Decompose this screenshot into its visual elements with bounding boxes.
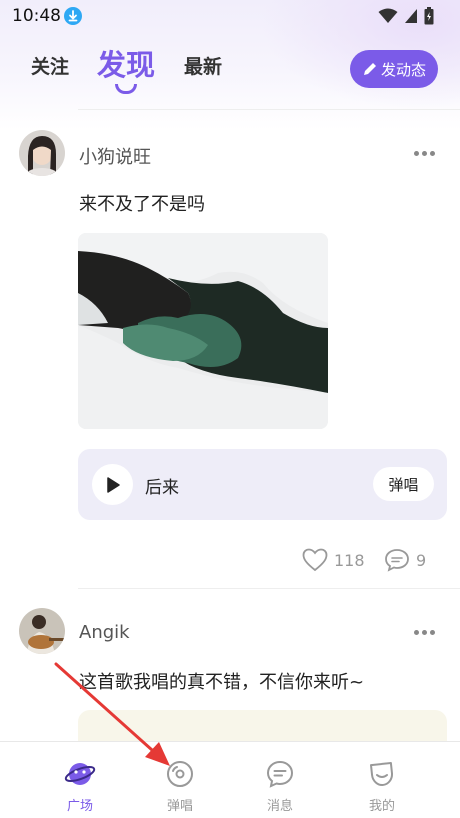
status-time: 10:48 xyxy=(12,6,61,26)
planet-icon xyxy=(64,763,96,785)
sing-button[interactable]: 弹唱 xyxy=(373,467,434,501)
nav-item-messages[interactable]: 消息 xyxy=(240,742,320,818)
nav-label: 广场 xyxy=(66,799,93,814)
post-button[interactable]: 发动态 xyxy=(350,50,438,88)
post-text: 来不及了不是吗 xyxy=(79,194,205,215)
comment-stat[interactable]: 9 xyxy=(384,547,426,573)
username[interactable]: Angik xyxy=(79,622,130,643)
divider xyxy=(78,109,460,110)
wifi-icon xyxy=(378,8,398,23)
song-card[interactable]: 后来 弹唱 xyxy=(78,449,447,520)
download-icon xyxy=(64,7,82,25)
divider xyxy=(78,588,460,589)
post-button-label: 发动态 xyxy=(380,60,426,79)
signal-icon xyxy=(405,9,417,23)
nav-item-profile[interactable]: 我的 xyxy=(342,742,422,818)
nav-item-square[interactable]: 广场 xyxy=(40,742,120,818)
pencil-icon xyxy=(363,63,376,75)
song-title: 后来 xyxy=(145,478,179,498)
status-bar: 10:48 xyxy=(0,0,460,32)
like-stat[interactable]: 118 xyxy=(302,547,365,573)
post-text: 这首歌我唱的真不错，不信你来听~ xyxy=(79,672,365,693)
play-button[interactable] xyxy=(92,464,133,505)
battery-icon xyxy=(424,7,434,25)
nav-label: 我的 xyxy=(368,799,395,814)
like-count: 118 xyxy=(334,550,365,570)
top-tabs: 关注 发现 最新 发动态 xyxy=(0,40,460,100)
message-icon xyxy=(266,760,294,788)
nav-item-sing[interactable]: 弹唱 xyxy=(140,742,220,818)
more-options-icon[interactable] xyxy=(414,148,440,158)
post-image[interactable] xyxy=(78,233,328,429)
avatar[interactable] xyxy=(19,130,65,176)
comment-icon xyxy=(385,549,409,572)
tab-active-indicator xyxy=(115,84,137,94)
disc-icon xyxy=(167,761,193,787)
play-icon xyxy=(106,476,120,493)
avatar[interactable] xyxy=(19,608,65,654)
nav-label: 消息 xyxy=(266,799,293,814)
bottom-nav: 广场 弹唱 消息 我的 xyxy=(0,741,460,818)
more-options-icon[interactable] xyxy=(414,627,440,637)
tab-latest[interactable]: 最新 xyxy=(184,52,222,79)
nav-label: 弹唱 xyxy=(166,799,193,814)
username[interactable]: 小狗说旺 xyxy=(79,143,151,169)
tab-discover[interactable]: 发现 xyxy=(97,42,155,84)
heart-icon xyxy=(302,548,328,572)
tab-follow[interactable]: 关注 xyxy=(31,52,69,79)
comment-count: 9 xyxy=(416,550,427,570)
profile-icon xyxy=(370,762,393,786)
status-icons xyxy=(378,7,434,25)
